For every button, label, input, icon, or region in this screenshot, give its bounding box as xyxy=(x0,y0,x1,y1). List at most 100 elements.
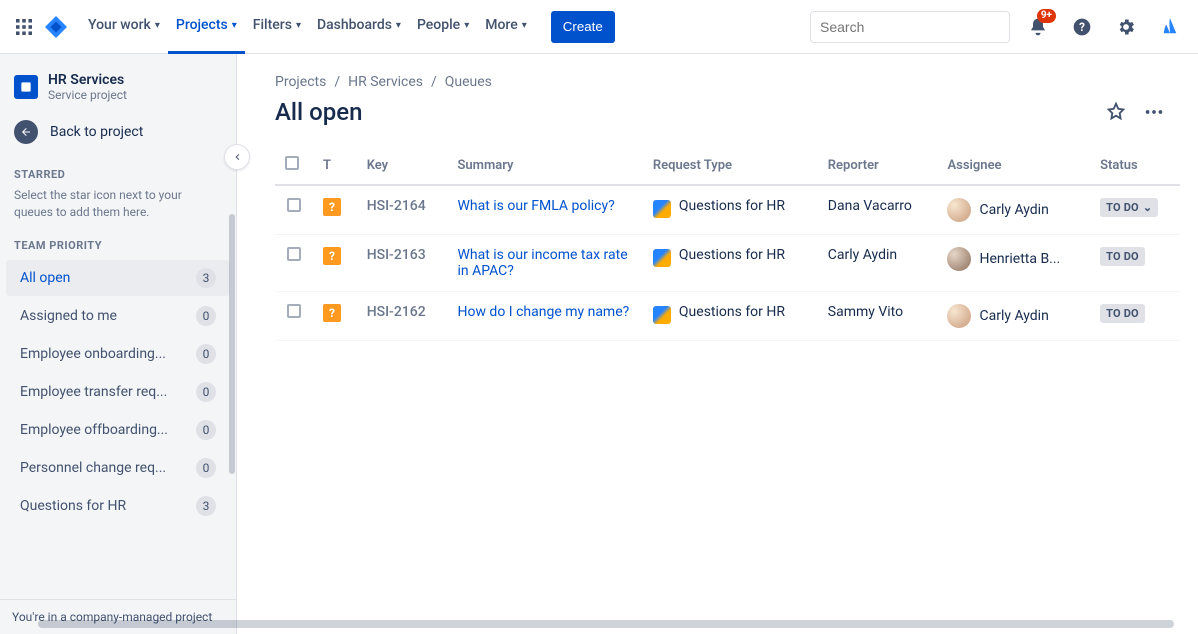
status-pill[interactable]: TO DO xyxy=(1100,247,1145,266)
chevron-left-icon xyxy=(231,151,243,163)
starred-section-label: Starred xyxy=(0,158,236,187)
nav-item-people[interactable]: People▾ xyxy=(409,0,477,54)
table-body: ?HSI-2164What is our FMLA policy?Questio… xyxy=(275,185,1180,341)
queue-item[interactable]: Assigned to me0 xyxy=(6,298,230,334)
queue-item-count: 3 xyxy=(196,496,216,516)
select-all-checkbox[interactable] xyxy=(285,156,299,170)
project-avatar-icon xyxy=(14,75,38,99)
reporter-name: Dana Vacarro xyxy=(818,185,938,235)
status-label: TO DO xyxy=(1106,201,1139,214)
sidebar-collapse-button[interactable] xyxy=(224,144,250,170)
horizontal-scrollbar[interactable] xyxy=(237,620,1174,628)
queue-item-label: Employee transfer req... xyxy=(20,384,188,400)
nav-item-filters[interactable]: Filters ▾ xyxy=(245,0,309,54)
nav-item-label: More xyxy=(485,17,518,33)
queue-item[interactable]: Employee transfer req...0 xyxy=(6,374,230,410)
column-header[interactable]: Summary xyxy=(447,150,642,185)
queue-item-count: 3 xyxy=(196,268,216,288)
app-switcher-icon[interactable] xyxy=(12,15,36,39)
nav-item-label: Your work xyxy=(88,17,151,33)
team-priority-section-label: Team priority xyxy=(0,229,236,258)
status-pill[interactable]: TO DO xyxy=(1100,304,1145,323)
top-nav-left: Your work▾Projects▾Filters▾Dashboards▾Pe… xyxy=(12,0,615,54)
chevron-down-icon: ▾ xyxy=(396,20,401,31)
queue-item[interactable]: All open 3 xyxy=(6,260,230,296)
column-header[interactable] xyxy=(275,150,313,185)
settings-icon[interactable] xyxy=(1110,11,1142,43)
top-nav: Your work▾Projects▾Filters▾Dashboards▾Pe… xyxy=(0,0,1198,54)
chevron-down-icon: ▾ xyxy=(296,20,301,31)
sidebar: HR Services Service project Back to proj… xyxy=(0,54,237,634)
column-header[interactable]: Reporter xyxy=(818,150,938,185)
queue-item-label: Employee onboarding... xyxy=(20,346,188,362)
chevron-down-icon: ▾ xyxy=(232,20,237,31)
back-to-project-button[interactable]: Back to project xyxy=(0,110,236,158)
issue-type-icon: ? xyxy=(323,247,341,265)
more-actions-button[interactable] xyxy=(1138,96,1170,128)
table-row[interactable]: ?HSI-2162How do I change my name?Questio… xyxy=(275,292,1180,341)
queue-item-count: 0 xyxy=(196,458,216,478)
project-type: Service project xyxy=(48,88,127,102)
table-row[interactable]: ?HSI-2164What is our FMLA policy?Questio… xyxy=(275,185,1180,235)
column-header[interactable]: Assignee xyxy=(937,150,1090,185)
project-header: HR Services Service project xyxy=(0,54,236,110)
table-row[interactable]: ? HSI-2163 What is our income tax rate in … xyxy=(275,235,1180,292)
nav-item-projects[interactable]: Projects▾ xyxy=(168,0,245,54)
queue-item[interactable]: Questions for HR3 xyxy=(6,488,230,524)
queue-table: TKeySummaryRequest TypeReporterAssigneeS… xyxy=(275,150,1180,341)
queue-item[interactable]: Personnel change req... 0 xyxy=(6,450,230,486)
queue-item-label: Personnel change req... xyxy=(20,460,188,476)
queue-item-label: All open xyxy=(20,270,188,286)
issue-summary-link[interactable]: How do I change my name? xyxy=(457,304,629,320)
issue-type-icon: ? xyxy=(323,198,341,216)
queue-item-count: 0 xyxy=(196,306,216,326)
notifications-icon[interactable]: 9+ xyxy=(1022,11,1054,43)
issue-summary-link[interactable]: What is our income tax rate in APAC? xyxy=(457,247,627,279)
nav-item-label: People xyxy=(417,17,460,33)
issue-key[interactable]: HSI-2164 xyxy=(367,198,426,214)
row-checkbox[interactable] xyxy=(287,198,301,212)
issue-summary-link[interactable]: What is our FMLA policy? xyxy=(457,198,614,214)
chevron-down-icon: ▾ xyxy=(155,20,160,31)
nav-item-your-work[interactable]: Your work ▾ xyxy=(80,0,168,54)
ellipsis-icon xyxy=(1143,101,1165,123)
search-input-wrapper[interactable] xyxy=(810,11,1010,43)
create-button[interactable]: Create xyxy=(551,11,615,43)
queue-item[interactable]: Employee offboarding...0 xyxy=(6,412,230,448)
queue-item-label: Employee offboarding... xyxy=(20,422,188,438)
breadcrumb-item[interactable]: Projects xyxy=(275,74,326,90)
column-header[interactable]: Key xyxy=(357,150,448,185)
status-pill[interactable]: TO DO⌄ xyxy=(1100,198,1158,217)
starred-section-hint: Select the star icon next to your queues… xyxy=(0,187,236,229)
project-name: HR Services xyxy=(48,72,127,88)
status-label: TO DO xyxy=(1106,307,1139,320)
notification-badge: 9+ xyxy=(1037,9,1056,23)
breadcrumb-item[interactable]: Queues xyxy=(445,74,492,90)
main-content: Projects/HR Services/Queues All open TKe… xyxy=(237,54,1198,634)
issue-type-icon: ? xyxy=(323,304,341,322)
issue-key[interactable]: HSI-2163 xyxy=(367,247,426,263)
star-page-button[interactable] xyxy=(1100,96,1132,128)
help-icon[interactable]: ? xyxy=(1066,11,1098,43)
queue-item[interactable]: Employee onboarding...0 xyxy=(6,336,230,372)
request-type-icon xyxy=(653,249,671,267)
column-header[interactable]: Status xyxy=(1090,150,1180,185)
assignee-avatar xyxy=(947,247,971,271)
row-checkbox[interactable] xyxy=(287,247,301,261)
nav-item-dashboards[interactable]: Dashboards▾ xyxy=(309,0,409,54)
breadcrumb-item[interactable]: HR Services xyxy=(348,74,423,90)
column-header[interactable]: Request Type xyxy=(643,150,818,185)
atlassian-icon[interactable] xyxy=(1154,11,1186,43)
jira-logo-icon[interactable] xyxy=(44,15,68,39)
column-header[interactable]: T xyxy=(313,150,357,185)
svg-text:?: ? xyxy=(1079,20,1085,34)
issue-key[interactable]: HSI-2162 xyxy=(367,304,426,320)
nav-item-label: Filters xyxy=(253,17,292,33)
sidebar-scrollbar[interactable] xyxy=(229,214,235,474)
queue-list: All open3Assigned to me0Employee onboard… xyxy=(0,260,236,524)
row-checkbox[interactable] xyxy=(287,304,301,318)
top-nav-right: 9+ ? xyxy=(810,11,1186,43)
nav-item-more[interactable]: More▾ xyxy=(477,0,535,54)
search-input[interactable] xyxy=(820,19,1001,35)
nav-items: Your work▾Projects▾Filters▾Dashboards▾Pe… xyxy=(80,0,535,54)
